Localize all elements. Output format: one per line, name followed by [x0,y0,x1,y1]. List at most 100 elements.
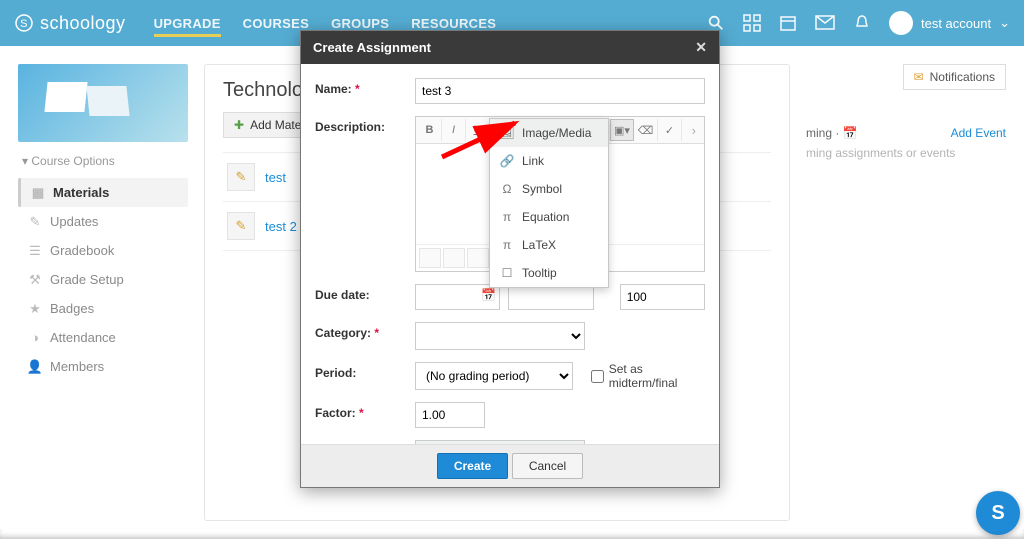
insert-tooltip[interactable]: ☐ Tooltip [490,259,608,287]
points-input[interactable] [620,284,705,310]
midterm-checkbox[interactable] [591,370,604,383]
sidebar-item-label: Updates [50,214,98,229]
latex-icon: π [500,238,514,252]
sidebar-item-members[interactable]: 👤 Members [18,352,188,381]
user-menu[interactable]: test account ⌄ [889,11,1010,35]
bold-button[interactable]: B [418,119,442,141]
insert-link[interactable]: 🔗 Link [490,147,608,175]
brand-logo[interactable]: S schoology [14,13,126,34]
midterm-text: Set as midterm/final [609,362,705,390]
bell-icon[interactable] [853,14,871,32]
toolbar-expand-icon[interactable]: › [686,123,702,138]
sidebar-item-label: Badges [50,301,94,316]
assignment-icon: ✎ [227,163,255,191]
notifications-label: Notifications [930,70,995,84]
midterm-checkbox-label[interactable]: Set as midterm/final [591,362,705,390]
assignment-icon: ✎ [227,212,255,240]
sidebar-item-grade-setup[interactable]: ⚒ Grade Setup [18,265,188,294]
members-icon: 👤 [28,360,42,374]
factor-input[interactable] [415,402,485,428]
grade-setup-icon: ⚒ [28,273,42,287]
symbol-icon: Ω [500,182,514,196]
dd-label: Image/Media [522,126,591,140]
category-select[interactable] [415,322,585,350]
description-label: Description: [315,116,415,134]
top-right: test account ⌄ [707,11,1010,35]
cancel-button[interactable]: Cancel [512,453,583,479]
link-icon: 🔗 [500,154,514,168]
dd-label: Equation [522,210,569,224]
sidebar-item-label: Grade Setup [50,272,124,287]
create-button[interactable]: Create [437,453,508,479]
insert-equation[interactable]: π Equation [490,203,608,231]
image-icon: 🖼 [500,126,514,140]
apps-icon[interactable] [743,14,761,32]
modal-title: Create Assignment [313,40,431,55]
insert-latex[interactable]: π LaTeX [490,231,608,259]
period-select[interactable]: (No grading period) [415,362,573,390]
plus-icon: ✚ [234,118,244,132]
spellcheck-button[interactable]: ✓ [658,119,682,141]
sidebar-item-attendance[interactable]: ◑ Attendance [18,323,188,352]
name-label: Name: * [315,78,415,96]
due-date-input[interactable] [415,284,500,310]
name-input[interactable] [415,78,705,104]
nav-upgrade[interactable]: UPGRADE [154,2,221,45]
equation-icon: π [500,210,514,224]
dd-label: Tooltip [522,266,557,280]
schoology-icon: S [14,13,34,33]
chevron-down-icon: ⌄ [999,15,1010,31]
insert-menu-button[interactable]: ▣▾ [610,119,634,141]
no-upcoming-text: ming assignments or events [806,146,1006,160]
insert-image-media[interactable]: 🖼 Image/Media [490,119,608,147]
screenshot-shadow [0,529,1024,539]
assignment-label: test [265,170,286,185]
dd-label: LaTeX [522,238,556,252]
period-label: Period: [315,362,415,380]
insert-dropdown: 🖼 Image/Media 🔗 Link Ω Symbol π Equation π La… [489,118,609,288]
scale-select[interactable]: ▦ Numeric [415,440,585,444]
category-label: Category: * [315,322,415,340]
calendar-icon[interactable] [779,14,797,32]
modal-footer: Create Cancel [301,444,719,487]
sidebar-item-label: Gradebook [50,243,114,258]
close-icon[interactable]: ✕ [695,39,707,56]
due-date-label: Due date: [315,284,415,302]
dd-label: Link [522,154,544,168]
editor-tool-1[interactable] [419,248,441,268]
gradebook-icon: ☰ [28,244,42,258]
attendance-icon: ◑ [28,331,42,345]
clear-format-button[interactable]: ⌫ [634,119,658,141]
sidebar: ▾ Course Options ▦Materials ✎ Updates ☰ Gr… [18,64,188,521]
mail-small-icon: ✉ [914,70,924,84]
factor-label: Factor: * [315,402,415,420]
underline-button[interactable]: U [466,119,490,141]
right-column: ✉ Notifications ming · 📅 Add Event ming … [806,64,1006,521]
sidebar-item-materials[interactable]: ▦Materials [18,178,188,207]
avatar [889,11,913,35]
sidebar-item-label: Attendance [50,330,116,345]
sidebar-item-updates[interactable]: ✎ Updates [18,207,188,236]
modal-header: Create Assignment ✕ [301,31,719,64]
editor-tool-2[interactable] [443,248,465,268]
sidebar-item-gradebook[interactable]: ☰ Gradebook [18,236,188,265]
course-banner [18,64,188,142]
mail-icon[interactable] [815,15,835,31]
dd-label: Symbol [522,182,562,196]
notifications-button[interactable]: ✉ Notifications [903,64,1006,90]
sidebar-item-badges[interactable]: ★ Badges [18,294,188,323]
add-materials-label: Add Mate [250,118,301,132]
italic-button[interactable]: I [442,119,466,141]
upcoming-label: ming [806,126,832,140]
updates-icon: ✎ [28,215,42,229]
editor-tool-3[interactable] [467,248,489,268]
tooltip-icon: ☐ [500,266,514,280]
badges-icon: ★ [28,302,42,316]
svg-text:S: S [20,18,28,30]
insert-symbol[interactable]: Ω Symbol [490,175,608,203]
sidebar-item-label: Members [50,359,104,374]
brand-text: schoology [40,13,126,34]
sidebar-item-label: Materials [53,185,109,200]
course-options[interactable]: ▾ Course Options [18,148,188,178]
add-event-link[interactable]: Add Event [951,126,1006,140]
